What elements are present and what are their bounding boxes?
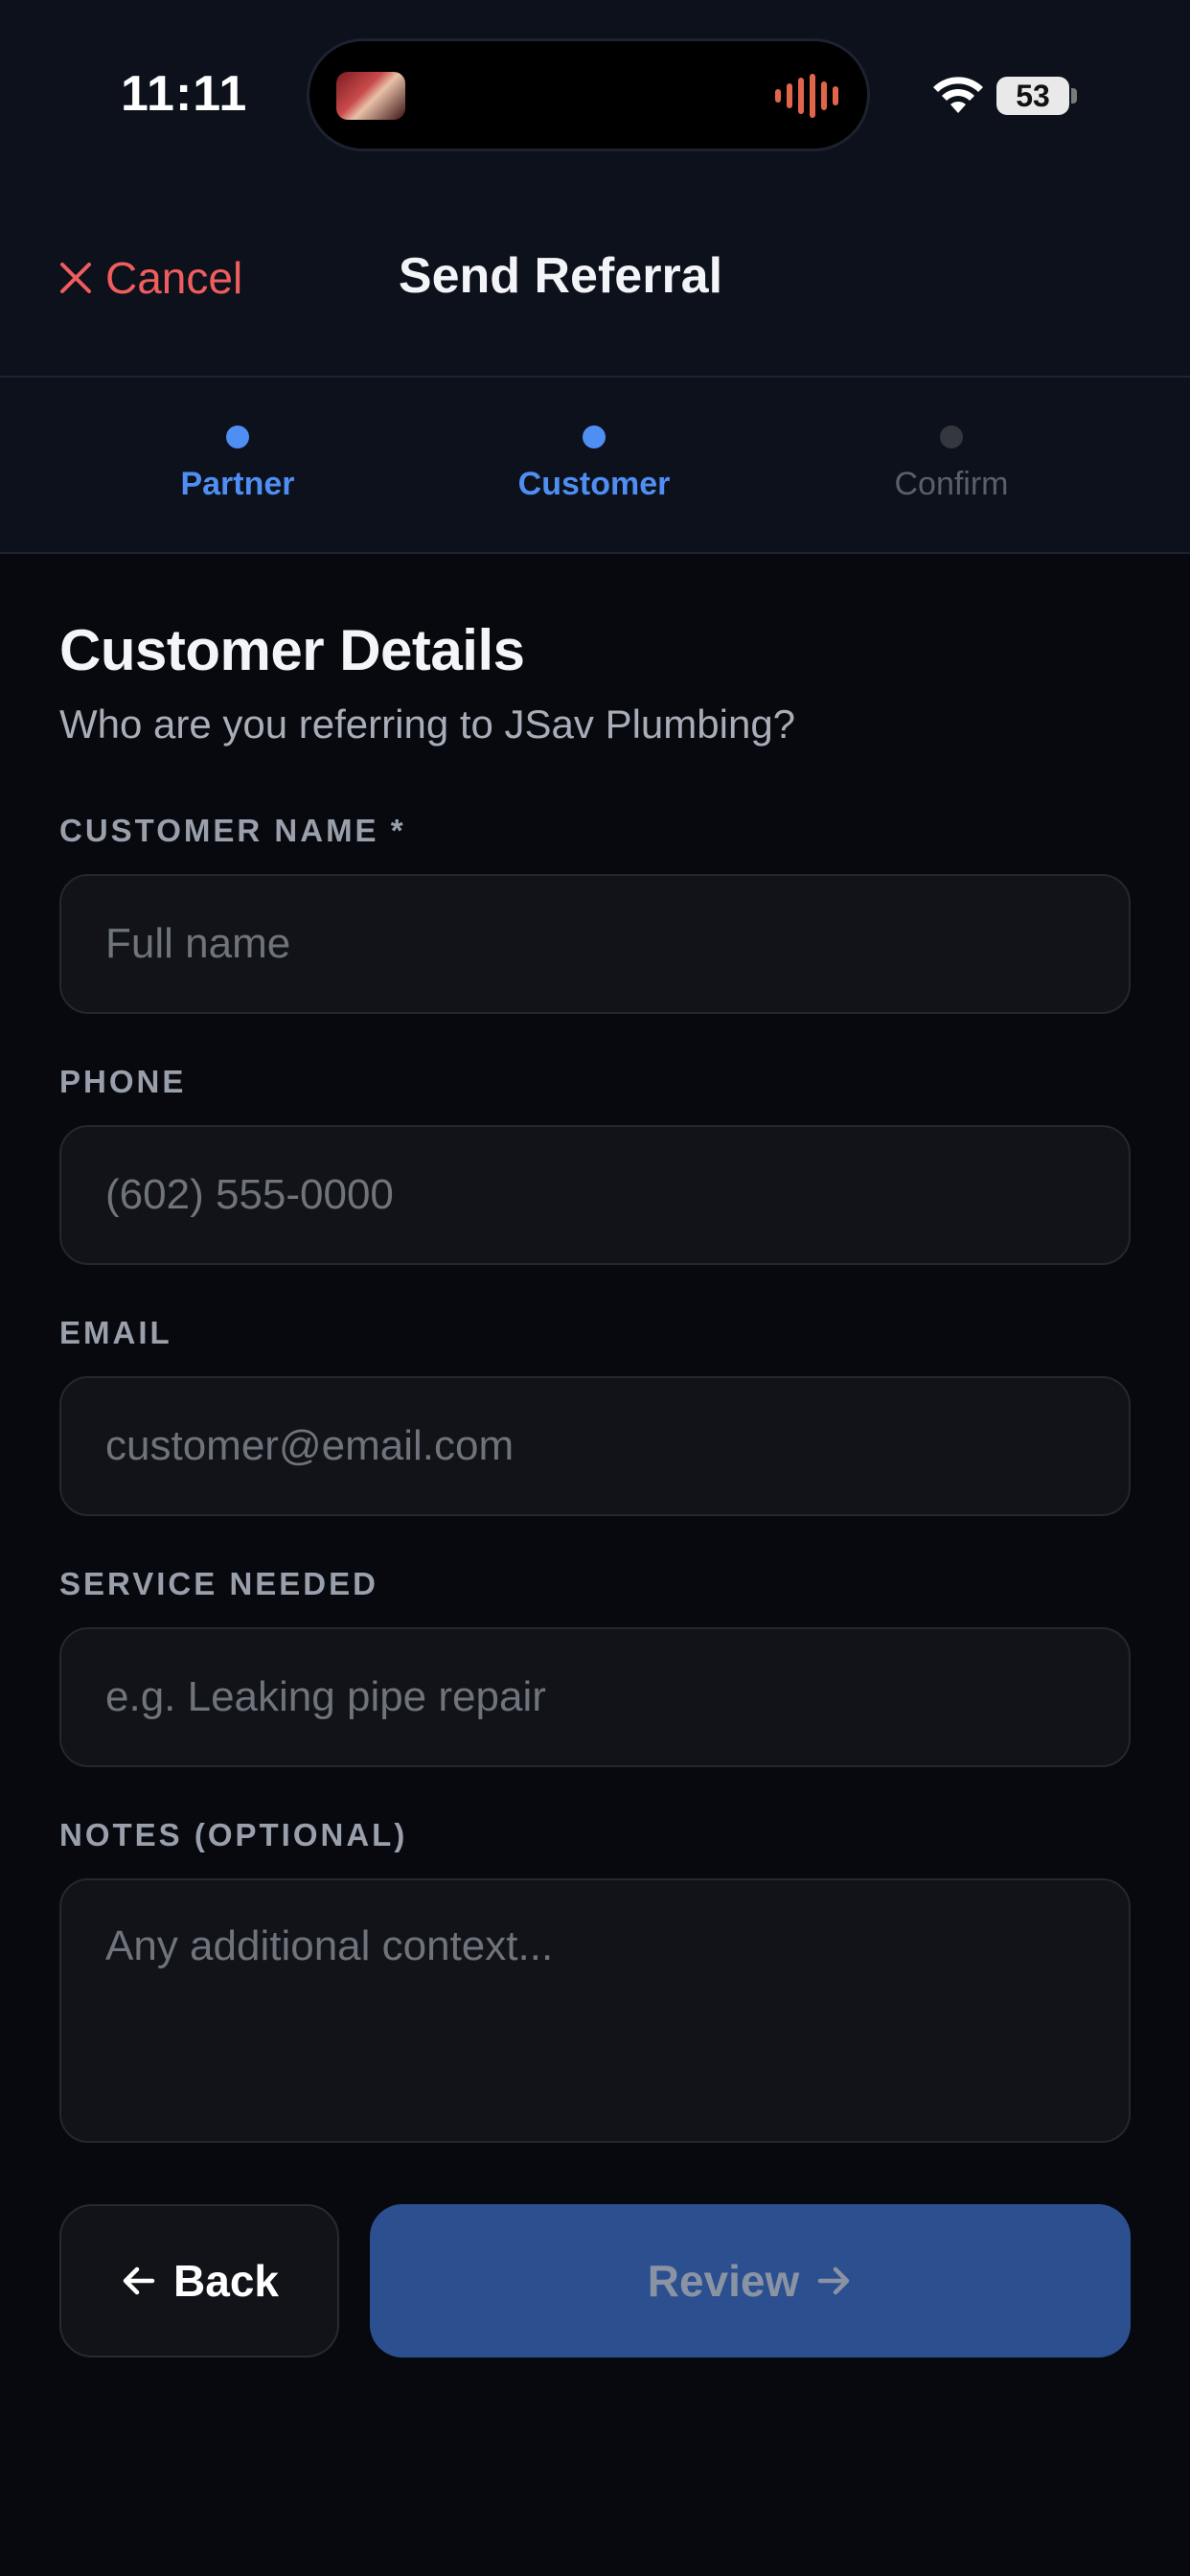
wifi-icon [933,77,983,113]
audio-waveform-icon [775,74,838,118]
step-dot [940,426,963,448]
notes-textarea[interactable]: Any additional context... [59,1878,1131,2143]
dynamic-island[interactable] [307,38,870,151]
phone-label: PHONE [59,1064,187,1099]
step-label: Partner [180,466,295,502]
customer-name-label: CUSTOMER NAME * [59,813,406,848]
arrow-right-icon [818,2266,850,2295]
service-needed-input[interactable]: e.g. Leaking pipe repair [59,1627,1131,1767]
review-button[interactable]: Review [370,2204,1131,2358]
page-title-text: Send Referral [398,248,723,304]
section-subtitle: Who are you referring to JSav Plumbing? [59,702,796,747]
page-title: Send Referral [0,247,1190,305]
notes-label: NOTES (OPTIONAL) [59,1817,408,1852]
status-bar: 11:11 53 [0,0,1190,192]
review-label: Review [647,2256,800,2306]
email-input[interactable]: customer@email.com [59,1376,1131,1516]
section-title: Customer Details [59,618,525,682]
step-label: Confirm [894,466,1009,502]
step-dot [583,426,606,448]
step-partner[interactable]: Partner [94,426,381,503]
now-playing-artwork [336,72,405,120]
steps-divider [0,552,1190,554]
battery-nub [1071,88,1077,104]
email-label: EMAIL [59,1315,172,1350]
step-indicator: Partner Customer Confirm [0,378,1190,552]
battery-level: 53 [1016,78,1050,113]
back-button[interactable]: Back [59,2204,339,2358]
customer-name-input[interactable]: Full name [59,874,1131,1014]
step-confirm[interactable]: Confirm [808,426,1095,503]
step-dot [226,426,249,448]
arrow-left-icon [123,2266,155,2295]
status-time: 11:11 [121,66,248,122]
step-customer[interactable]: Customer [450,426,738,503]
step-label: Customer [517,466,671,502]
battery-indicator: 53 [996,77,1069,115]
phone-input[interactable]: (602) 555-0000 [59,1125,1131,1265]
back-label: Back [173,2256,279,2306]
service-needed-label: SERVICE NEEDED [59,1566,378,1601]
